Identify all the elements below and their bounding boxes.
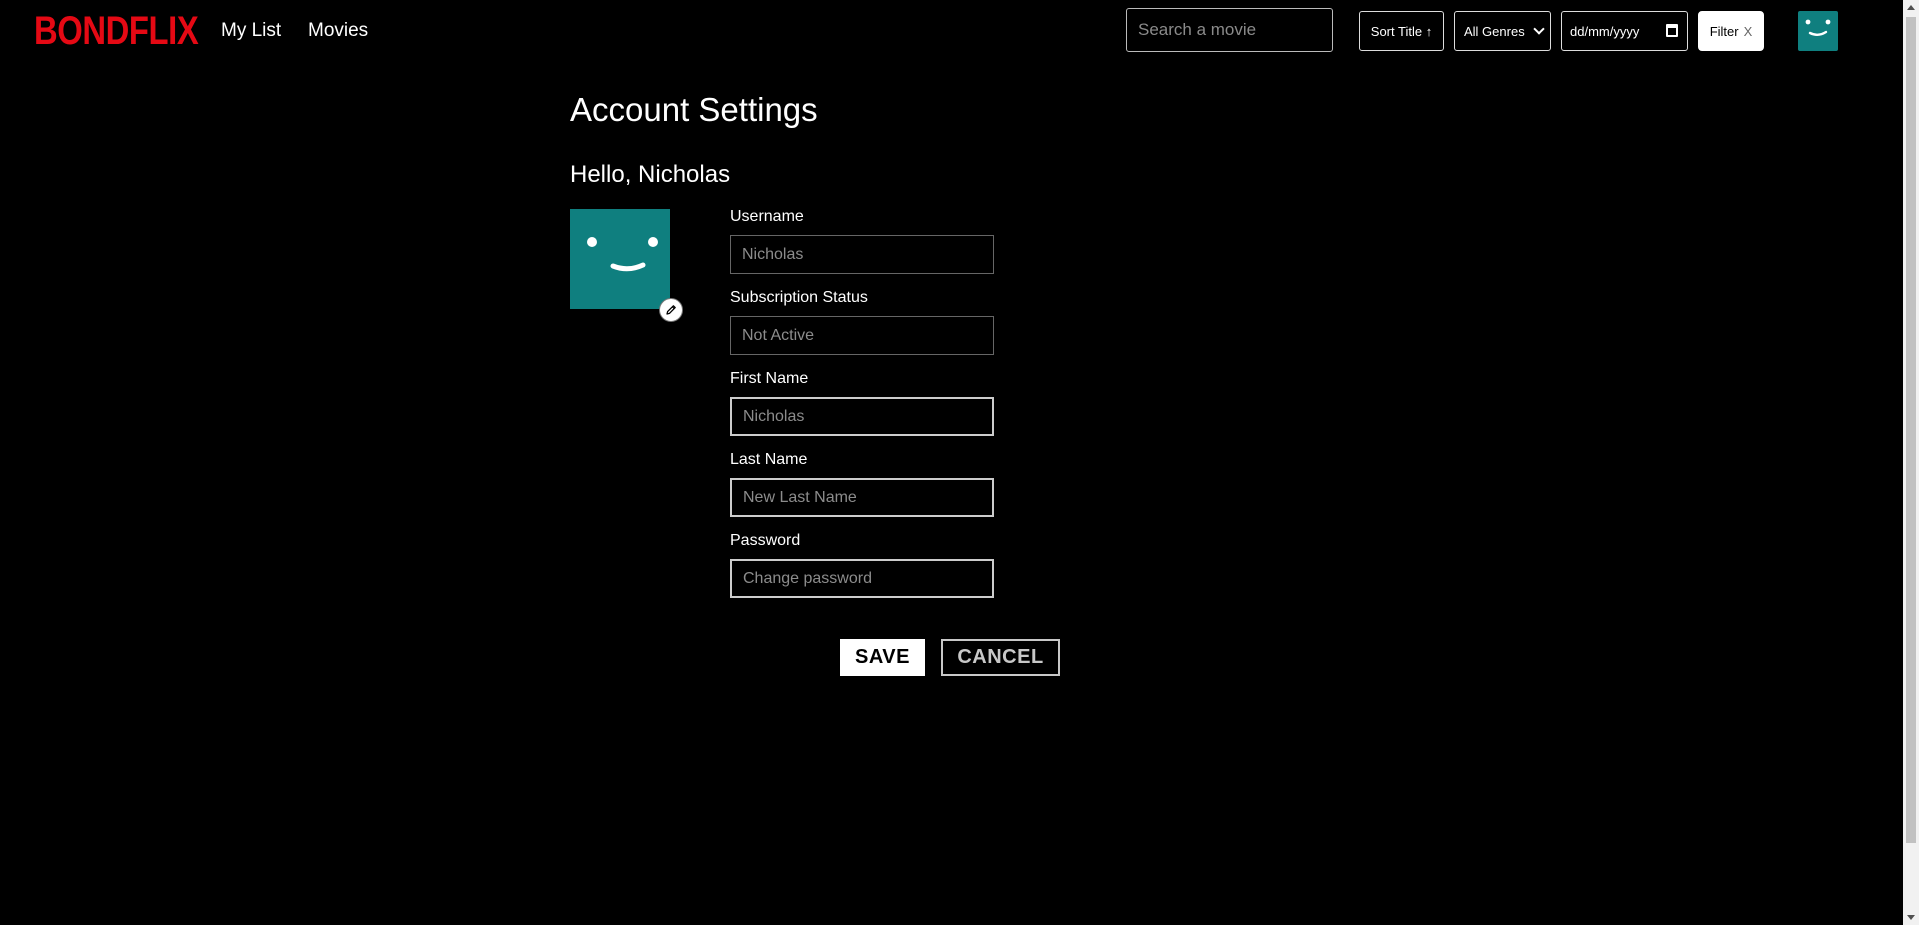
cancel-button[interactable]: CANCEL	[941, 639, 1060, 676]
save-button[interactable]: SAVE	[840, 639, 925, 676]
scrollbar-thumb[interactable]	[1906, 17, 1916, 843]
profile-avatar-button[interactable]	[1798, 11, 1838, 51]
smiley-avatar-icon	[587, 237, 658, 272]
vertical-scrollbar[interactable]	[1903, 0, 1919, 925]
account-settings-page: BONDFLIX My List Movies Sort Title ↑ All…	[0, 0, 1919, 925]
last-name-field[interactable]	[730, 478, 994, 517]
first-name-field[interactable]	[730, 397, 994, 436]
sort-title-button[interactable]: Sort Title ↑	[1359, 11, 1444, 51]
smiley-avatar-icon	[1805, 19, 1831, 36]
release-date-input[interactable]: dd/mm/yyyy	[1561, 11, 1688, 51]
scroll-up-arrow-icon[interactable]	[1907, 5, 1915, 10]
nav-link-movies[interactable]: Movies	[308, 20, 368, 42]
bondflix-logo[interactable]: BONDFLIX	[34, 8, 199, 54]
subscription-status-label: Subscription Status	[730, 289, 868, 306]
sort-label: Sort Title	[1370, 23, 1423, 39]
scroll-down-arrow-icon[interactable]	[1907, 915, 1915, 920]
search-movie-input[interactable]	[1126, 8, 1333, 52]
password-label: Password	[730, 532, 801, 549]
filter-label: Filter	[1709, 23, 1739, 39]
sort-arrow-icon: ↑	[1425, 23, 1433, 39]
profile-avatar	[570, 209, 670, 309]
genre-select[interactable]: All Genres	[1454, 11, 1551, 51]
date-placeholder: dd/mm/yyyy	[1570, 23, 1640, 39]
pencil-icon	[666, 305, 676, 315]
first-name-label: First Name	[730, 370, 809, 387]
greeting-text: Hello, Nicholas	[570, 161, 731, 188]
clear-filter-icon[interactable]: X	[1744, 24, 1753, 39]
filter-button[interactable]: Filter X	[1698, 11, 1764, 51]
page-title: Account Settings	[570, 91, 818, 128]
subscription-status-field	[730, 316, 994, 355]
username-field	[730, 235, 994, 274]
password-field[interactable]	[730, 559, 994, 598]
edit-avatar-button[interactable]	[659, 298, 683, 322]
genre-selected-value: All Genres	[1464, 23, 1525, 39]
nav-link-my-list[interactable]: My List	[221, 20, 281, 42]
username-label: Username	[730, 208, 804, 225]
chevron-down-icon	[1533, 23, 1545, 35]
calendar-icon[interactable]	[1666, 24, 1678, 37]
last-name-label: Last Name	[730, 451, 808, 468]
